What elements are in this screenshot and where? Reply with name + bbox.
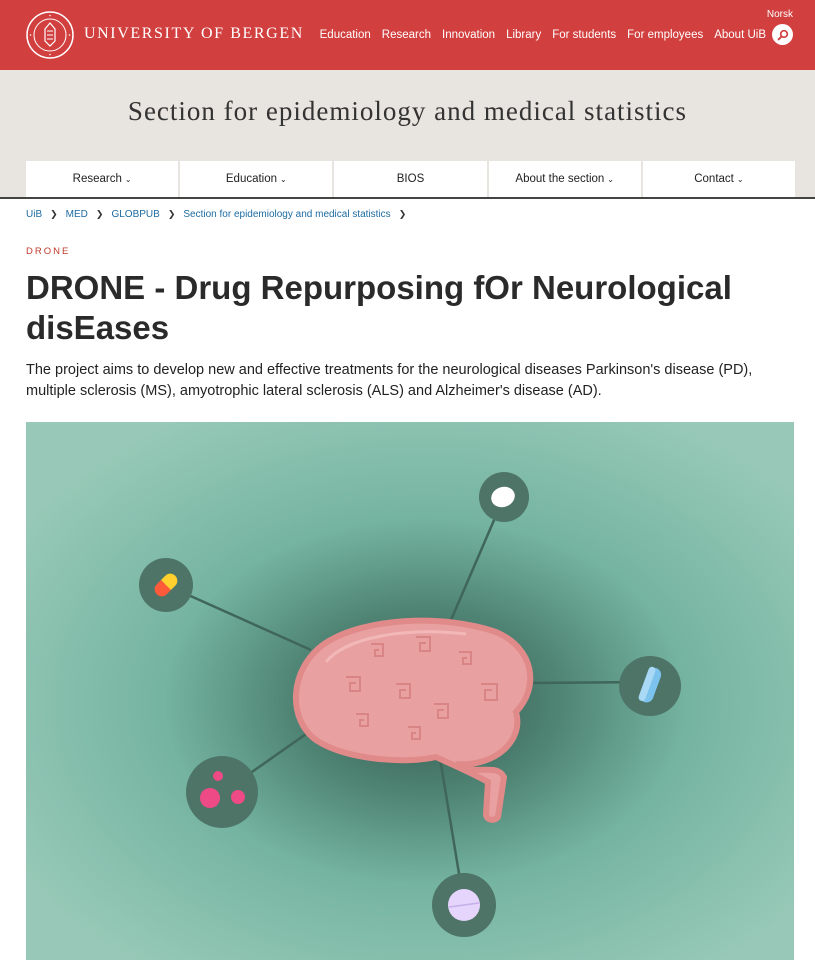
search-icon: [777, 29, 788, 40]
section-menu-label: Education: [225, 173, 278, 185]
section-menu-label: About the section: [515, 173, 605, 185]
capsule-icon-blue: [619, 656, 681, 716]
chevron-right-icon: ❯: [95, 209, 104, 219]
lead-paragraph: The project aims to develop new and effe…: [26, 362, 753, 399]
chevron-right-icon: ❯: [398, 209, 407, 219]
section-menu-contact[interactable]: Contact ⌄: [642, 161, 796, 197]
section-menu-label: Contact: [694, 173, 734, 185]
nav-innovation[interactable]: Innovation: [442, 29, 495, 41]
chevron-down-icon: ⌄: [607, 174, 614, 184]
chevron-down-icon: ⌄: [736, 174, 744, 184]
section-menu-label: Research: [72, 173, 122, 185]
nav-education[interactable]: Education: [320, 29, 371, 41]
capsule-icon-yellow-red: [139, 558, 193, 612]
breadcrumb-section[interactable]: Section for epidemiology and medical sta…: [183, 209, 390, 220]
breadcrumb: UiB ❯ MED ❯ GLOBPUB ❯ Section for epidem…: [26, 209, 414, 220]
nav-library[interactable]: Library: [506, 29, 541, 41]
nav-research[interactable]: Research: [382, 29, 431, 41]
breadcrumb-uib[interactable]: UiB: [26, 209, 42, 220]
section-menu: Research ⌄ Education ⌄ BIOS About the se…: [26, 161, 796, 197]
chevron-right-icon: ❯: [167, 209, 176, 219]
article-kicker: DRONE: [26, 246, 71, 257]
chevron-right-icon: ❯: [50, 209, 58, 219]
top-navigation: Education Research Innovation Library Fo…: [309, 24, 793, 45]
divider: [0, 197, 815, 199]
chevron-down-icon: ⌄: [280, 174, 287, 184]
section-menu-label: BIOS: [396, 173, 425, 185]
pill-icon-white: [479, 472, 529, 522]
section-title[interactable]: Section for epidemiology and medical sta…: [0, 96, 815, 127]
university-name[interactable]: UNIVERSITY OF BERGEN: [84, 25, 304, 43]
chevron-down-icon: ⌄: [124, 174, 132, 184]
nav-about-uib[interactable]: About UiB: [714, 29, 766, 41]
tablet-icon-purple: [432, 873, 496, 937]
section-menu-research[interactable]: Research ⌄: [26, 161, 179, 197]
section-menu-about[interactable]: About the section ⌄: [488, 161, 641, 197]
search-button[interactable]: [772, 24, 793, 45]
section-menu-education[interactable]: Education ⌄: [180, 161, 333, 197]
pink-dots-icon: [186, 756, 258, 828]
site-header: UNIVERSITY OF BERGEN Norsk Education Res…: [0, 0, 815, 70]
nav-for-employees[interactable]: For employees: [627, 29, 703, 41]
university-seal-logo[interactable]: [26, 11, 74, 59]
page-title: DRONE - Drug Repurposing fOr Neurologica…: [26, 269, 732, 346]
section-menu-bios[interactable]: BIOS: [334, 161, 487, 197]
language-link[interactable]: Norsk: [767, 9, 793, 20]
breadcrumb-globpub[interactable]: GLOBPUB: [111, 209, 159, 220]
breadcrumb-med[interactable]: MED: [66, 209, 88, 220]
nav-for-students[interactable]: For students: [552, 29, 616, 41]
hero-image: [26, 422, 794, 960]
